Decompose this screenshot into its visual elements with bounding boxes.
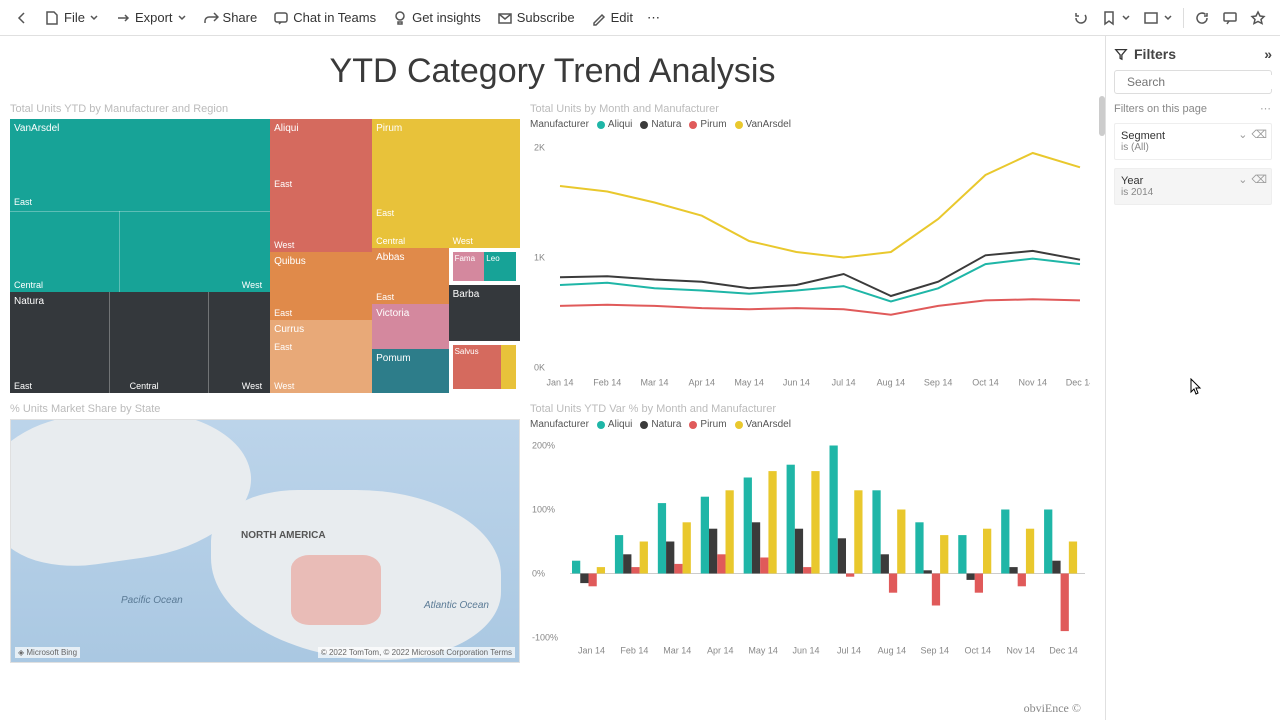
report-canvas: YTD Category Trend Analysis Total Units …: [0, 36, 1105, 720]
svg-text:Aug 14: Aug 14: [878, 646, 907, 656]
filter-search[interactable]: [1114, 70, 1272, 94]
filters-title: Filters: [1134, 46, 1176, 62]
chevron-down-icon: [177, 13, 187, 23]
svg-text:0K: 0K: [534, 363, 545, 373]
bar-legend: Manufacturer Aliqui Natura Pirum VanArsd…: [530, 419, 1090, 430]
expand-filter-icon[interactable]: ⌄: [1238, 173, 1247, 186]
more-menu[interactable]: ⋯: [641, 6, 666, 30]
export-menu[interactable]: Export: [107, 6, 195, 30]
filter-card-segment[interactable]: Segment is (All) ⌄⌫: [1114, 123, 1272, 160]
svg-text:May 14: May 14: [734, 378, 764, 388]
refresh-button[interactable]: [1188, 6, 1216, 30]
svg-text:Jul 14: Jul 14: [837, 646, 861, 656]
svg-text:Aug 14: Aug 14: [877, 378, 906, 388]
filters-more-button[interactable]: ⋯: [1260, 102, 1272, 115]
collapse-pane-button[interactable]: »: [1264, 46, 1272, 62]
svg-text:Oct 14: Oct 14: [972, 378, 999, 388]
svg-text:Mar 14: Mar 14: [663, 646, 691, 656]
svg-text:Dec 14: Dec 14: [1049, 646, 1078, 656]
svg-text:100%: 100%: [532, 505, 555, 515]
svg-text:Jul 14: Jul 14: [832, 378, 856, 388]
map-body[interactable]: NORTH AMERICA Pacific Ocean Atlantic Oce…: [10, 419, 520, 663]
filter-card-year[interactable]: Year is 2014 ⌄⌫: [1114, 168, 1272, 205]
bookmark-button[interactable]: [1095, 6, 1137, 30]
line-chart-body[interactable]: 0K 1K 2K Jan 14 Feb 14 Mar 14 Apr 14 May 14 Jun …: [530, 132, 1090, 393]
svg-text:-100%: -100%: [532, 633, 558, 643]
svg-text:Apr 14: Apr 14: [689, 378, 716, 388]
scrollbar-thumb[interactable]: [1099, 96, 1105, 136]
lock-filter-icon[interactable]: ⌫: [1251, 173, 1267, 186]
svg-text:Nov 14: Nov 14: [1018, 378, 1047, 388]
svg-text:1K: 1K: [534, 253, 545, 263]
chat-teams-button[interactable]: Chat in Teams: [265, 6, 384, 30]
bar-chart-body[interactable]: -100% 0% 100% 200% Jan 14 Feb 14 Mar 14 Apr 14 M…: [530, 432, 1090, 663]
app-toolbar: File Export Share Chat in Teams Get insi…: [0, 0, 1280, 36]
svg-text:Jan 14: Jan 14: [578, 646, 605, 656]
svg-text:2K: 2K: [534, 143, 545, 153]
comment-button[interactable]: [1216, 6, 1244, 30]
svg-text:Jun 14: Jun 14: [783, 378, 810, 388]
line-chart-visual[interactable]: Total Units by Month and Manufacturer Ma…: [530, 103, 1090, 393]
view-menu[interactable]: [1137, 6, 1179, 30]
svg-text:Dec 14: Dec 14: [1066, 378, 1090, 388]
line-legend: Manufacturer Aliqui Natura Pirum VanArsd…: [530, 119, 1090, 130]
svg-text:May 14: May 14: [748, 646, 778, 656]
map-visual[interactable]: % Units Market Share by State NORTH AMER…: [10, 403, 520, 663]
svg-text:Apr 14: Apr 14: [707, 646, 734, 656]
filter-icon: [1114, 47, 1128, 61]
svg-text:Sep 14: Sep 14: [924, 378, 953, 388]
edit-button[interactable]: Edit: [583, 6, 641, 30]
svg-text:Feb 14: Feb 14: [620, 646, 648, 656]
svg-text:Mar 14: Mar 14: [641, 378, 669, 388]
svg-text:Jan 14: Jan 14: [546, 378, 573, 388]
svg-text:200%: 200%: [532, 441, 555, 451]
treemap-body[interactable]: VanArsdel East Central West Natura East …: [10, 119, 520, 393]
svg-text:Oct 14: Oct 14: [964, 646, 991, 656]
reset-button[interactable]: [1067, 6, 1095, 30]
svg-text:Sep 14: Sep 14: [921, 646, 950, 656]
svg-text:Nov 14: Nov 14: [1006, 646, 1035, 656]
share-button[interactable]: Share: [195, 6, 266, 30]
filters-pane: Filters » Filters on this page⋯ Segment …: [1105, 36, 1280, 720]
brand-footer: obviEnce ©: [1024, 701, 1081, 716]
back-button[interactable]: [8, 6, 36, 30]
bar-chart-visual[interactable]: Total Units YTD Var % by Month and Manuf…: [530, 403, 1090, 663]
favorite-button[interactable]: [1244, 6, 1272, 30]
svg-text:Feb 14: Feb 14: [593, 378, 621, 388]
get-insights-button[interactable]: Get insights: [384, 6, 489, 30]
svg-text:0%: 0%: [532, 569, 545, 579]
page-title: YTD Category Trend Analysis: [4, 52, 1101, 91]
clear-filter-icon[interactable]: ⌫: [1251, 128, 1267, 141]
chevron-down-icon: [89, 13, 99, 23]
svg-text:Jun 14: Jun 14: [793, 646, 820, 656]
subscribe-button[interactable]: Subscribe: [489, 6, 583, 30]
file-menu[interactable]: File: [36, 6, 107, 30]
treemap-visual[interactable]: Total Units YTD by Manufacturer and Regi…: [10, 103, 520, 393]
filter-search-input[interactable]: [1127, 75, 1280, 89]
expand-filter-icon[interactable]: ⌄: [1238, 128, 1247, 141]
